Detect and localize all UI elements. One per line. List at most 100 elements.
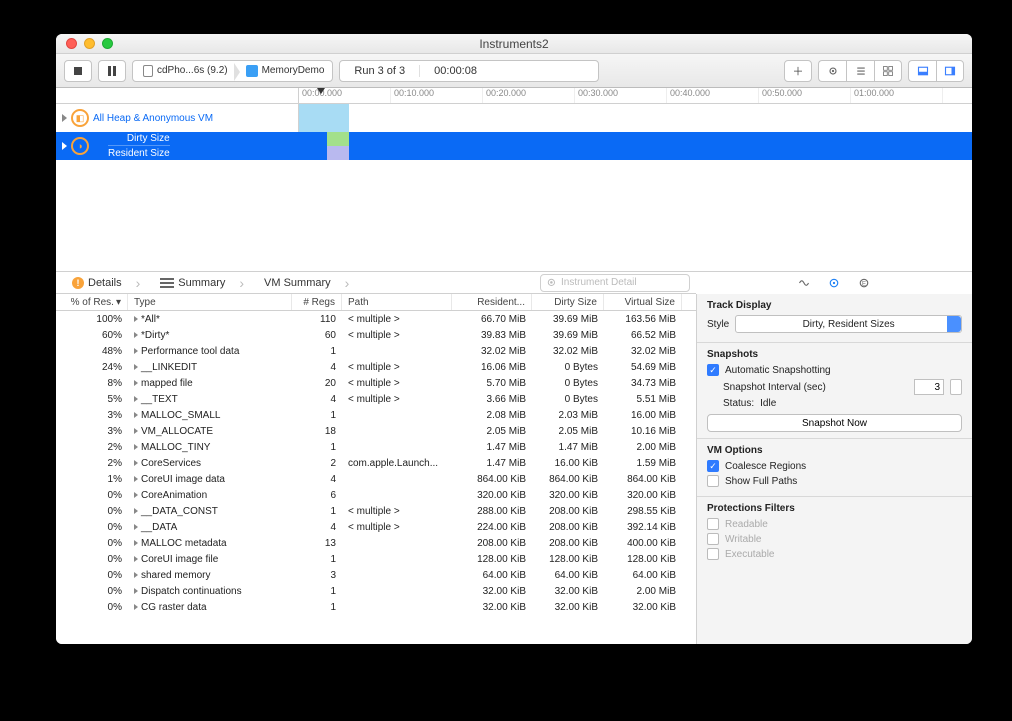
- executable-checkbox: [707, 548, 719, 560]
- view-buttons: [908, 60, 964, 82]
- snapshot-now-button[interactable]: Snapshot Now: [707, 414, 962, 432]
- disclosure-icon[interactable]: [62, 114, 67, 122]
- auto-snapshot-label: Automatic Snapshotting: [725, 365, 831, 376]
- track-graph[interactable]: [299, 104, 972, 132]
- strategy-buttons: [818, 60, 902, 82]
- col-percent[interactable]: % of Res.▾: [56, 294, 128, 310]
- table-row[interactable]: 3%MALLOC_SMALL12.08 MiB2.03 MiB16.00 MiB: [56, 407, 696, 423]
- table-row[interactable]: 0%CoreAnimation6320.00 KiB320.00 KiB320.…: [56, 487, 696, 503]
- summary-table: % of Res.▾ Type # Regs Path Resident... …: [56, 294, 697, 644]
- table-row[interactable]: 0%__DATA_CONST1< multiple >288.00 KiB208…: [56, 503, 696, 519]
- view-detail-button[interactable]: [908, 60, 936, 82]
- table-row[interactable]: 5%__TEXT4< multiple >3.66 MiB0 Bytes5.51…: [56, 391, 696, 407]
- target-selector[interactable]: cdPho...6s (9.2) MemoryDemo: [132, 60, 333, 82]
- protections-section: Protections Filters Readable Writable Ex…: [697, 497, 972, 569]
- lower-pane: % of Res.▾ Type # Regs Path Resident... …: [56, 294, 972, 644]
- table-row[interactable]: 24%__LINKEDIT4< multiple >16.06 MiB0 Byt…: [56, 359, 696, 375]
- timeline-ruler[interactable]: 00:00.000 00:10.000 00:20.000 00:30.000 …: [56, 88, 972, 104]
- section-title: Snapshots: [707, 349, 962, 360]
- table-row[interactable]: 60%*Dirty*60< multiple >39.83 MiB39.69 M…: [56, 327, 696, 343]
- table-row[interactable]: 0%MALLOC metadata13208.00 KiB208.00 KiB4…: [56, 535, 696, 551]
- panel-right-icon: [944, 65, 956, 77]
- wave-icon: [798, 277, 810, 289]
- table-row[interactable]: 1%CoreUI image data4864.00 KiB864.00 KiB…: [56, 471, 696, 487]
- showpaths-checkbox[interactable]: [707, 475, 719, 487]
- tracks-area: ◧ All Heap & Anonymous VM ◑ Dirty Size R…: [56, 104, 972, 272]
- style-select[interactable]: Dirty, Resident Sizes: [735, 315, 962, 333]
- col-type[interactable]: Type: [128, 294, 292, 310]
- interval-stepper[interactable]: [950, 379, 962, 395]
- strategy-grid-button[interactable]: [874, 60, 902, 82]
- detail-root[interactable]: ! Details: [62, 275, 150, 291]
- col-dirty[interactable]: Dirty Size: [532, 294, 604, 310]
- coalesce-checkbox[interactable]: ✓: [707, 460, 719, 472]
- inspector-tab-trace[interactable]: E: [857, 276, 871, 290]
- view-inspector-button[interactable]: [936, 60, 964, 82]
- detail-search[interactable]: Instrument Detail: [540, 274, 690, 292]
- table-row[interactable]: 0%shared memory364.00 KiB64.00 KiB64.00 …: [56, 567, 696, 583]
- section-title: Protections Filters: [707, 503, 962, 514]
- detail-summary[interactable]: Summary: [150, 275, 254, 291]
- col-virtual[interactable]: Virtual Size: [604, 294, 682, 310]
- gear-icon: [827, 65, 839, 77]
- svg-text:E: E: [862, 281, 866, 287]
- readable-label: Readable: [725, 519, 768, 530]
- track-vm-tracker[interactable]: ◑ Dirty Size Resident Size: [56, 132, 972, 160]
- table-row[interactable]: 0%CG raster data132.00 KiB32.00 KiB32.00…: [56, 599, 696, 615]
- device-segment[interactable]: cdPho...6s (9.2): [133, 61, 236, 81]
- table-row[interactable]: 3%VM_ALLOCATE182.05 MiB2.05 MiB10.16 MiB: [56, 423, 696, 439]
- coalesce-label: Coalesce Regions: [725, 461, 806, 472]
- readable-checkbox: [707, 518, 719, 530]
- inspector-tab-settings[interactable]: [827, 276, 841, 290]
- grid-icon: [882, 65, 894, 77]
- auto-snapshot-checkbox[interactable]: ✓: [707, 364, 719, 376]
- search-placeholder: Instrument Detail: [561, 277, 637, 288]
- run-info[interactable]: Run 3 of 3 00:00:08: [339, 60, 599, 82]
- table-row[interactable]: 2%MALLOC_TINY11.47 MiB1.47 MiB2.00 MiB: [56, 439, 696, 455]
- run-label[interactable]: Run 3 of 3: [340, 65, 420, 77]
- detail-vm-summary[interactable]: VM Summary: [254, 275, 359, 291]
- stack-icon: E: [858, 277, 870, 289]
- track-sublabel: Dirty Size: [127, 133, 170, 144]
- status-label: Status:: [723, 398, 754, 409]
- warning-icon: !: [72, 277, 84, 289]
- track-label: All Heap & Anonymous VM: [93, 113, 298, 124]
- interval-label: Snapshot Interval (sec): [723, 382, 826, 393]
- table-row[interactable]: 48%Performance tool data132.02 MiB32.02 …: [56, 343, 696, 359]
- table-row[interactable]: 2%CoreServices2com.apple.Launch...1.47 M…: [56, 455, 696, 471]
- strategy-gear-button[interactable]: [818, 60, 846, 82]
- add-instrument-button[interactable]: ＋: [784, 60, 812, 82]
- time-tick: 00:20.000: [483, 88, 575, 103]
- inspector-tab-extended[interactable]: [797, 276, 811, 290]
- strategy-list-button[interactable]: [846, 60, 874, 82]
- process-segment[interactable]: MemoryDemo: [236, 61, 333, 81]
- style-label: Style: [707, 319, 729, 330]
- table-row[interactable]: 8%mapped file20< multiple >5.70 MiB0 Byt…: [56, 375, 696, 391]
- time-tick: 00:40.000: [667, 88, 759, 103]
- list-icon: [855, 65, 867, 77]
- playhead-icon[interactable]: [317, 88, 325, 94]
- titlebar: Instruments2: [56, 34, 972, 54]
- detail-bar: ! Details Summary VM Summary Instrument …: [56, 272, 972, 294]
- time-tick: 00:30.000: [575, 88, 667, 103]
- table-row[interactable]: 0%Dispatch continuations132.00 KiB32.00 …: [56, 583, 696, 599]
- disclosure-icon[interactable]: [62, 142, 67, 150]
- col-regs[interactable]: # Regs: [292, 294, 342, 310]
- table-body[interactable]: 100%*All*110< multiple >66.70 MiB39.69 M…: [56, 311, 696, 644]
- table-row[interactable]: 0%__DATA4< multiple >224.00 KiB208.00 Ki…: [56, 519, 696, 535]
- time-tick: 01:00.000: [851, 88, 943, 103]
- time-tick: 00:10.000: [391, 88, 483, 103]
- status-value: Idle: [760, 398, 776, 409]
- record-stop-button[interactable]: [64, 60, 92, 82]
- interval-field[interactable]: [914, 379, 944, 395]
- pause-button[interactable]: [98, 60, 126, 82]
- table-row[interactable]: 0%CoreUI image file1128.00 KiB128.00 KiB…: [56, 551, 696, 567]
- executable-label: Executable: [725, 549, 774, 560]
- col-resident[interactable]: Resident...: [452, 294, 532, 310]
- track-graph[interactable]: [299, 132, 972, 160]
- track-allocations[interactable]: ◧ All Heap & Anonymous VM: [56, 104, 972, 132]
- writable-label: Writable: [725, 534, 762, 545]
- table-row[interactable]: 100%*All*110< multiple >66.70 MiB39.69 M…: [56, 311, 696, 327]
- inspector-panel: Track Display Style Dirty, Resident Size…: [697, 294, 972, 644]
- col-path[interactable]: Path: [342, 294, 452, 310]
